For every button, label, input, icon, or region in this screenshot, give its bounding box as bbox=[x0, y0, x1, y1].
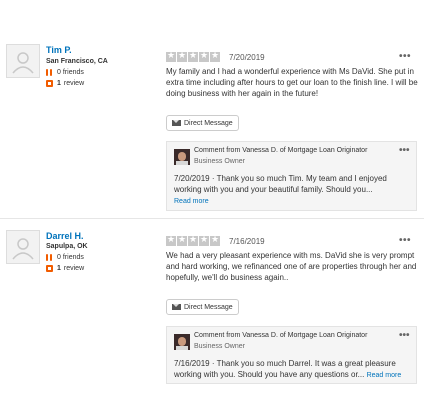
read-more-link[interactable]: Read more bbox=[367, 372, 402, 379]
star-icon bbox=[199, 235, 209, 246]
friends-icon bbox=[46, 254, 53, 261]
star-icon bbox=[188, 235, 198, 246]
user-avatar[interactable] bbox=[6, 230, 40, 264]
review-number: 1 bbox=[57, 80, 61, 87]
direct-message-label: Direct Message bbox=[184, 303, 233, 311]
user-name-link[interactable]: Darrel H. bbox=[46, 231, 84, 241]
comment-role: Business Owner bbox=[194, 343, 245, 350]
owner-avatar[interactable] bbox=[174, 334, 190, 350]
envelope-icon bbox=[172, 304, 181, 310]
separator: · bbox=[211, 174, 215, 183]
review-label: review bbox=[63, 265, 85, 272]
user-placeholder-icon bbox=[12, 238, 34, 260]
review-icon bbox=[46, 265, 53, 272]
owner-comment: Comment from Vanessa D. of Mortgage Loan… bbox=[166, 326, 417, 384]
star-icon bbox=[199, 51, 209, 62]
friends-icon bbox=[46, 69, 53, 76]
owner-avatar[interactable] bbox=[174, 149, 190, 165]
envelope-icon bbox=[172, 120, 181, 126]
review-text: We had a very pleasant experience with m… bbox=[166, 251, 417, 282]
user-avatar[interactable] bbox=[6, 44, 40, 78]
friends-label: friends bbox=[62, 69, 84, 76]
review-text: My family and I had a wonderful experien… bbox=[166, 67, 418, 98]
owner-comment: Comment from Vanessa D. of Mortgage Loan… bbox=[166, 141, 417, 211]
review-icon bbox=[46, 80, 53, 87]
comment-text: 7/16/2019 · Thank you so much Darrel. It… bbox=[174, 358, 412, 381]
user-name-link[interactable]: Tim P. bbox=[46, 45, 72, 55]
star-icon bbox=[188, 51, 198, 62]
review-count: 1 review bbox=[46, 80, 84, 87]
star-icon bbox=[210, 51, 220, 62]
comment-title: Comment from Vanessa D. of Mortgage Loan… bbox=[194, 147, 368, 154]
star-icon bbox=[166, 235, 176, 246]
friends-count: 0 friends bbox=[46, 254, 84, 261]
more-icon[interactable]: ••• bbox=[399, 330, 410, 341]
review-date: 7/20/2019 bbox=[229, 53, 265, 62]
more-icon[interactable]: ••• bbox=[399, 235, 411, 246]
star-icon bbox=[166, 51, 176, 62]
review-date: 7/16/2019 bbox=[229, 237, 265, 246]
user-location: Sapulpa, OK bbox=[46, 243, 88, 250]
comment-text: 7/20/2019 · Thank you so much Tim. My te… bbox=[174, 173, 412, 207]
star-rating bbox=[166, 235, 221, 246]
direct-message-button[interactable]: Direct Message bbox=[166, 115, 239, 131]
star-rating bbox=[166, 51, 221, 62]
user-placeholder-icon bbox=[12, 52, 34, 74]
direct-message-label: Direct Message bbox=[184, 119, 233, 127]
review-label: review bbox=[63, 80, 85, 87]
separator: · bbox=[211, 359, 215, 368]
comment-role: Business Owner bbox=[194, 158, 245, 165]
review-count: 1 review bbox=[46, 265, 84, 272]
friends-number: 0 bbox=[57, 69, 61, 76]
divider bbox=[0, 218, 424, 219]
read-more-link[interactable]: Read more bbox=[174, 198, 209, 205]
comment-title: Comment from Vanessa D. of Mortgage Loan… bbox=[194, 332, 368, 339]
comment-date: 7/20/2019 bbox=[174, 174, 210, 183]
more-icon[interactable]: ••• bbox=[399, 145, 410, 156]
star-icon bbox=[177, 235, 187, 246]
user-location: San Francisco, CA bbox=[46, 58, 108, 65]
star-icon bbox=[210, 235, 220, 246]
more-icon[interactable]: ••• bbox=[399, 51, 411, 62]
comment-date: 7/16/2019 bbox=[174, 359, 210, 368]
review-number: 1 bbox=[57, 265, 61, 272]
direct-message-button[interactable]: Direct Message bbox=[166, 299, 239, 315]
friends-number: 0 bbox=[57, 254, 61, 261]
star-icon bbox=[177, 51, 187, 62]
friends-count: 0 friends bbox=[46, 69, 84, 76]
friends-label: friends bbox=[62, 254, 84, 261]
